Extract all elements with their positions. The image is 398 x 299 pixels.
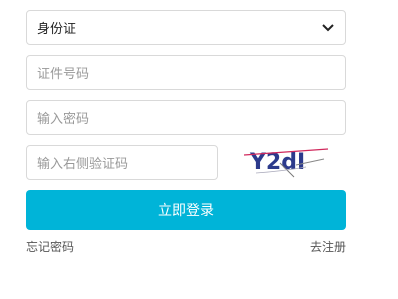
- id-type-select[interactable]: 身份证: [26, 10, 346, 45]
- forgot-password-link[interactable]: 忘记密码: [26, 238, 74, 255]
- chevron-down-icon: [321, 21, 335, 35]
- captcha-input[interactable]: 输入右侧验证码: [26, 145, 218, 180]
- register-link[interactable]: 去注册: [310, 238, 346, 255]
- id-type-selected-value: 身份证: [37, 22, 77, 37]
- id-number-placeholder: 证件号码: [37, 67, 90, 82]
- captcha-image[interactable]: Y2dI: [236, 143, 332, 181]
- password-input[interactable]: 输入密码: [26, 100, 346, 135]
- password-placeholder: 输入密码: [37, 112, 90, 127]
- id-number-input[interactable]: 证件号码: [26, 55, 346, 90]
- login-button[interactable]: 立即登录: [26, 190, 346, 230]
- captcha-placeholder: 输入右侧验证码: [37, 157, 129, 172]
